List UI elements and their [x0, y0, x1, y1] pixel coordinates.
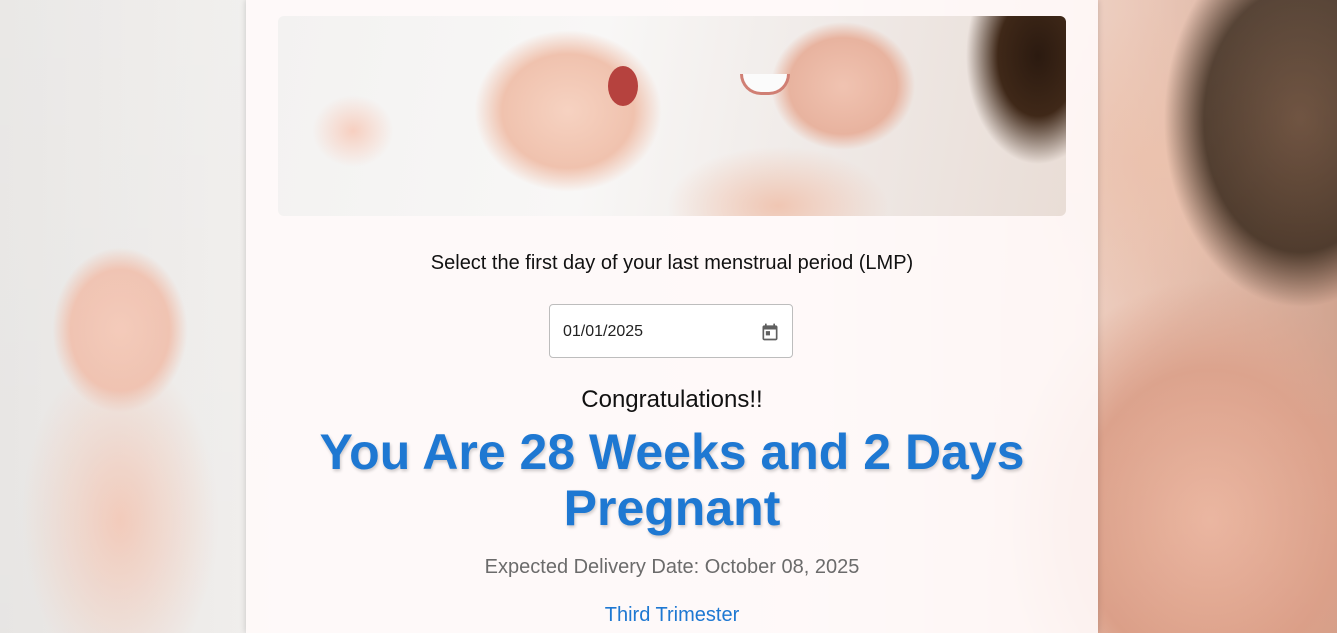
lmp-date-value: 01/01/2025	[563, 323, 644, 340]
lmp-prompt-label: Select the first day of your last menstr…	[430, 252, 914, 274]
lmp-date-input[interactable]: 01/01/2025	[549, 304, 793, 358]
hero-image-mother-and-baby	[278, 16, 1066, 216]
expected-delivery-date: Expected Delivery Date: October 08, 2025	[484, 556, 860, 578]
calendar-icon[interactable]	[760, 322, 780, 342]
mother-smile-decoration	[740, 74, 790, 95]
pregnancy-result-heading: You Are 28 Weeks and 2 Days Pregnant	[306, 424, 1038, 536]
baby-mouth-decoration	[608, 66, 638, 106]
calculator-card: Select the first day of your last menstr…	[246, 0, 1098, 633]
result-line-1: You Are 28 Weeks and 2 Days	[319, 424, 1025, 480]
result-line-2: Pregnant	[563, 480, 781, 536]
trimester-label: Third Trimester	[604, 604, 740, 626]
congratulations-text: Congratulations!!	[581, 386, 763, 413]
